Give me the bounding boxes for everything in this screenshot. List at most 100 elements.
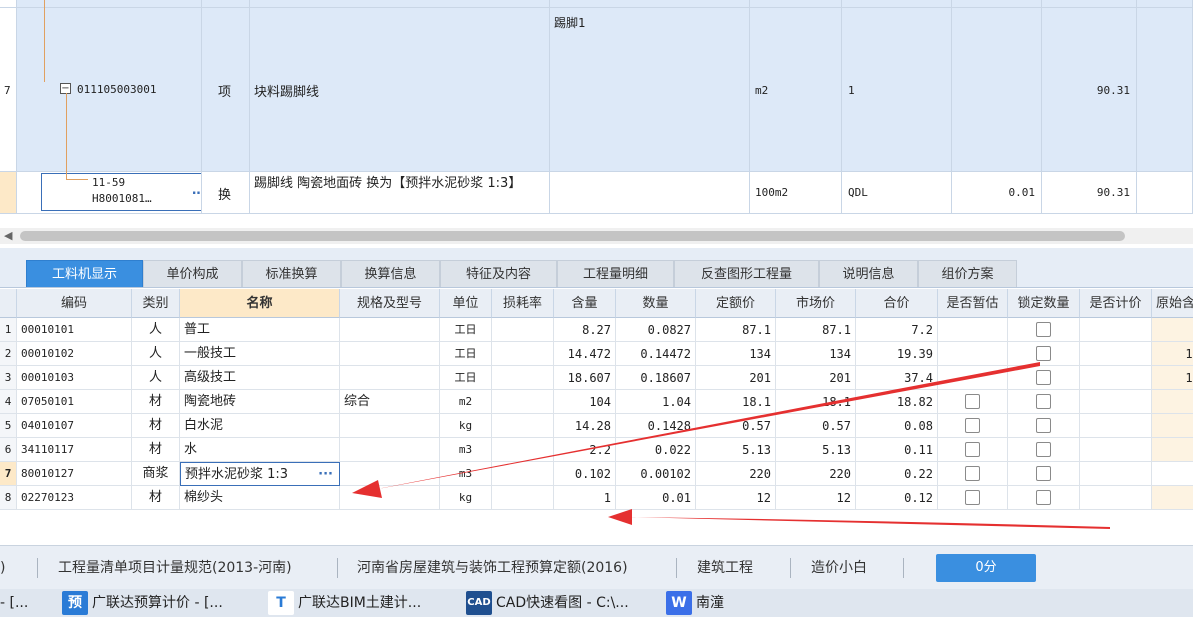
unit-cell[interactable]: m2: [440, 390, 492, 414]
row-number[interactable]: 8: [0, 486, 17, 510]
total-price-cell[interactable]: 0.12: [856, 486, 938, 510]
is-priced-cell[interactable]: [1080, 390, 1152, 414]
status-spec-standard[interactable]: 工程量清单项目计量规范(2013-河南): [58, 546, 292, 590]
quota-price-cell[interactable]: 0.57: [696, 414, 776, 438]
total-price-cell[interactable]: 19.39: [856, 342, 938, 366]
header-unit[interactable]: 单位: [440, 289, 492, 318]
total-price-cell[interactable]: 0.11: [856, 438, 938, 462]
content-cell[interactable]: 2.2: [554, 438, 616, 462]
loss-rate-cell[interactable]: [492, 462, 554, 486]
total-price-cell[interactable]: 0.22: [856, 462, 938, 486]
market-price-cell[interactable]: 220: [776, 462, 856, 486]
unit-cell[interactable]: 工日: [440, 342, 492, 366]
quantity-cell[interactable]: 0.00102: [616, 462, 696, 486]
horizontal-scrollbar[interactable]: ◀: [0, 228, 1193, 244]
category-cell[interactable]: 人: [132, 366, 180, 390]
original-content-cell[interactable]: [1152, 438, 1193, 462]
is-priced-cell[interactable]: [1080, 342, 1152, 366]
header-category[interactable]: 类别: [132, 289, 180, 318]
tab-unit-price-composition[interactable]: 单价构成: [143, 260, 242, 287]
lock-qty-checkbox[interactable]: [1036, 418, 1051, 433]
is-priced-cell[interactable]: [1080, 414, 1152, 438]
tab-pricing-scheme[interactable]: 组价方案: [918, 260, 1017, 287]
content-cell[interactable]: 18.607: [554, 366, 616, 390]
loss-rate-cell[interactable]: [492, 486, 554, 510]
name-cell[interactable]: 高级技工: [180, 366, 340, 390]
qty-expr-cell[interactable]: 1: [842, 8, 952, 172]
is-estimate-cell[interactable]: [938, 390, 1008, 414]
name-cell[interactable]: 普工: [180, 318, 340, 342]
category-cell[interactable]: 材: [132, 414, 180, 438]
category-cell[interactable]: 材: [132, 486, 180, 510]
sub-code-cell[interactable]: 11-59 H8001081… …: [17, 172, 202, 214]
scrollbar-thumb[interactable]: [20, 231, 1125, 241]
lock-qty-checkbox[interactable]: [1036, 394, 1051, 409]
status-quota-standard[interactable]: 河南省房屋建筑与装饰工程预算定额(2016): [357, 546, 628, 590]
sub-feature-cell[interactable]: [550, 172, 750, 214]
is-priced-cell[interactable]: [1080, 318, 1152, 342]
code-cell[interactable]: 00010103: [17, 366, 132, 390]
spec-cell[interactable]: [340, 366, 440, 390]
lock-qty-checkbox[interactable]: [1036, 466, 1051, 481]
category-cell[interactable]: 人: [132, 342, 180, 366]
tab-reverse-graphic-quantity[interactable]: 反查图形工程量: [674, 260, 819, 287]
header-is-priced[interactable]: 是否计价: [1080, 289, 1152, 318]
feature-cell[interactable]: 踢脚1: [550, 8, 750, 172]
estimate-checkbox[interactable]: [965, 394, 980, 409]
content-cell[interactable]: 14.28: [554, 414, 616, 438]
price-cell[interactable]: 90.31: [1042, 8, 1137, 172]
header-quantity[interactable]: 数量: [616, 289, 696, 318]
unit-cell[interactable]: kg: [440, 486, 492, 510]
sub-name-cell[interactable]: 踢脚线 陶瓷地面砖 换为【预拌水泥砂浆 1:3】: [250, 172, 550, 214]
taskbar-item-glodon-pricing[interactable]: 预广联达预算计价 - [...: [62, 589, 223, 617]
loss-rate-cell[interactable]: [492, 438, 554, 462]
quota-price-cell[interactable]: 5.13: [696, 438, 776, 462]
is-estimate-cell[interactable]: [938, 366, 1008, 390]
quantity-cell[interactable]: 0.01: [616, 486, 696, 510]
spec-cell[interactable]: [340, 438, 440, 462]
loss-rate-cell[interactable]: [492, 342, 554, 366]
row-number[interactable]: 5: [0, 414, 17, 438]
quantity-cell[interactable]: 0.1428: [616, 414, 696, 438]
quantity-cell[interactable]: 1.04: [616, 390, 696, 414]
is-priced-cell[interactable]: [1080, 438, 1152, 462]
row-number[interactable]: 6: [0, 438, 17, 462]
header-spec[interactable]: 规格及型号: [340, 289, 440, 318]
code-cell[interactable]: 80010127: [17, 462, 132, 486]
quota-price-cell[interactable]: 12: [696, 486, 776, 510]
quantity-cell[interactable]: 0.18607: [616, 366, 696, 390]
sub-qty-cell[interactable]: 0.01: [952, 172, 1042, 214]
ellipsis-button[interactable]: …: [192, 183, 201, 198]
original-content-cell[interactable]: [1152, 486, 1193, 510]
original-content-cell[interactable]: 18.: [1152, 366, 1193, 390]
content-cell[interactable]: 0.102: [554, 462, 616, 486]
loss-rate-cell[interactable]: [492, 414, 554, 438]
row-number[interactable]: 1: [0, 318, 17, 342]
original-content-cell[interactable]: 0.: [1152, 462, 1193, 486]
original-content-cell[interactable]: 8: [1152, 318, 1193, 342]
tab-features-content[interactable]: 特征及内容: [440, 260, 557, 287]
header-name[interactable]: 名称: [180, 289, 340, 318]
is-estimate-cell[interactable]: [938, 462, 1008, 486]
lock-qty-checkbox[interactable]: [1036, 370, 1051, 385]
type-cell[interactable]: 项: [202, 8, 250, 172]
spec-cell[interactable]: [340, 414, 440, 438]
market-price-cell[interactable]: 5.13: [776, 438, 856, 462]
quantity-cell[interactable]: 0.0827: [616, 318, 696, 342]
header-content[interactable]: 含量: [554, 289, 616, 318]
loss-rate-cell[interactable]: [492, 390, 554, 414]
taskbar-item-cad-viewer[interactable]: CAD CAD快速看图 - C:\...: [466, 589, 629, 617]
name-cell[interactable]: 块料踢脚线: [250, 8, 550, 172]
lock-qty-checkbox[interactable]: [1036, 322, 1051, 337]
name-cell[interactable]: 预拌水泥砂浆 1:3 ···: [180, 462, 340, 486]
name-cell[interactable]: 白水泥: [180, 414, 340, 438]
is-estimate-cell[interactable]: [938, 486, 1008, 510]
spec-cell[interactable]: [340, 318, 440, 342]
name-cell[interactable]: 棉纱头: [180, 486, 340, 510]
ellipsis-button[interactable]: ···: [318, 463, 333, 485]
lock-qty-cell[interactable]: [1008, 414, 1080, 438]
taskbar-item-wps[interactable]: W 南潼: [666, 589, 724, 617]
spec-cell[interactable]: [340, 342, 440, 366]
lock-qty-cell[interactable]: [1008, 438, 1080, 462]
lock-qty-cell[interactable]: [1008, 462, 1080, 486]
